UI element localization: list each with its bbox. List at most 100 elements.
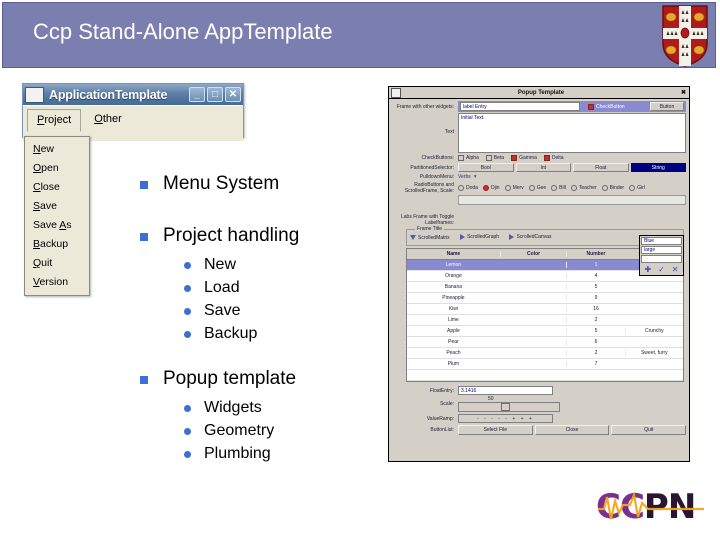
triangle-down-icon (410, 235, 416, 240)
row-buttonlist: ButtonList: Select File Close Quit (392, 425, 687, 435)
confirm-icon[interactable]: ✓ (658, 265, 665, 274)
pulldown-value[interactable]: Verbs (458, 174, 471, 180)
system-menu-icon[interactable] (391, 87, 401, 98)
close-button[interactable]: Close (534, 425, 610, 435)
table-row[interactable]: Lime 2 (407, 315, 683, 326)
table-row-empty[interactable] (407, 370, 683, 381)
toggle-scrolled-canvas[interactable]: ScrolledCanvas (509, 234, 551, 240)
menu-item-backup[interactable]: Backup (25, 235, 89, 254)
menu-item-save-as[interactable]: Save As (25, 216, 89, 235)
menubar-tab-project[interactable]: Project (27, 109, 82, 132)
partition-option-string[interactable]: String (630, 163, 686, 172)
table-row[interactable]: Kiwi 16 (407, 304, 683, 315)
row-frame-widgets: Frame with other widgets: label Entry Ch… (392, 101, 686, 112)
radio-label: Djin (490, 185, 500, 191)
radio-girl[interactable]: Girl (629, 185, 645, 191)
menu-item-save[interactable]: Save (25, 197, 89, 216)
column-header-color[interactable]: Color (499, 251, 567, 257)
checkbutton-alpha[interactable]: Alpha (458, 155, 479, 161)
cancel-icon[interactable]: ✕ (672, 265, 679, 274)
close-icon[interactable]: ✖ (681, 89, 687, 96)
radio-icon (504, 185, 511, 191)
table-row[interactable]: Pear 6 (407, 337, 683, 348)
cell-number: 5 (566, 284, 624, 290)
table-row[interactable]: Plum 7 (407, 359, 683, 370)
popup-titlebar[interactable]: Popup Template ✖ (389, 87, 689, 99)
value-ramp-widget[interactable]: - - - - - + + + (458, 414, 553, 423)
checkbutton-gamma[interactable]: Gamma (511, 155, 537, 161)
row-scale: Scale: 50 (392, 396, 686, 412)
table-row[interactable]: Peach 2 Sweet, furry (407, 348, 683, 359)
radio-bill[interactable]: Bill (551, 185, 566, 191)
entry-value: Entry (474, 104, 487, 110)
partition-option-bool[interactable]: Bool (458, 163, 514, 172)
menu-mnemonic: C (33, 181, 41, 193)
radio-binder[interactable]: Binder (601, 185, 624, 191)
cell-name: Peach (446, 350, 461, 356)
row-label: Labs Frame with Toggle Labelframes: (401, 214, 454, 226)
toggle-scrolled-graph[interactable]: ScrolledGraph (460, 234, 499, 240)
menubar-tab-other[interactable]: Other (85, 109, 131, 130)
button-widget[interactable]: Button (650, 102, 684, 111)
radio-doda[interactable]: Doda (458, 185, 478, 191)
column-header-number[interactable]: Number (566, 251, 624, 257)
menu-item-new[interactable]: New (25, 140, 89, 159)
cell-name: Orange (445, 273, 462, 279)
list-item: Geometry (184, 420, 400, 442)
checkbutton-beta[interactable]: Beta (485, 155, 504, 161)
bullet-label: Popup template (163, 368, 297, 389)
cell-number: 7 (566, 361, 624, 367)
cell-name: Banana (444, 284, 463, 290)
list-item: Plumbing (184, 443, 400, 465)
table-row[interactable]: Pineapple 9 (407, 293, 683, 304)
toggle-scrolled-matrix[interactable]: ScrolledMatrix (410, 235, 450, 241)
float-entry-field[interactable]: 3.1416 (458, 386, 553, 395)
radio-icon (482, 185, 489, 191)
maximize-button[interactable]: □ (207, 87, 223, 102)
scrolled-frame-strip[interactable] (458, 195, 686, 205)
menu-item-label: lose (40, 181, 60, 193)
partition-option-float[interactable]: Float (573, 163, 629, 172)
menu-item-version[interactable]: Version (25, 273, 89, 292)
column-header-name[interactable]: Name (407, 251, 500, 257)
menu-item-label: ew (40, 143, 55, 155)
label-entry-field[interactable]: label Entry (460, 102, 580, 111)
radio-merv[interactable]: Merv (504, 185, 524, 191)
cell-name: Kiwi (448, 306, 458, 312)
scale-slider[interactable] (458, 402, 560, 412)
menu-item-close[interactable]: Close (25, 178, 89, 197)
add-icon[interactable]: ✚ (644, 265, 651, 274)
chevron-down-icon[interactable]: ▼ (473, 174, 478, 180)
dot-bullet-icon (184, 262, 191, 269)
minimize-button[interactable]: _ (189, 87, 205, 102)
select-file-button[interactable]: Select File (458, 425, 533, 435)
table-row[interactable]: Apple 5 Crunchy (407, 326, 683, 337)
cell-name: Apple (447, 328, 460, 334)
editor-field-extra[interactable] (641, 255, 682, 263)
editor-field-color[interactable]: Blue (641, 237, 682, 245)
close-button[interactable]: ✕ (225, 87, 241, 102)
cell-number: 2 (566, 350, 624, 356)
sub-bullet-label: Save (204, 302, 241, 319)
menu-item-open[interactable]: Open (25, 159, 89, 178)
inline-checkbutton[interactable]: CheckButton (588, 103, 625, 110)
row-toggle-labelframes: Labs Frame with Toggle Labelframes: (392, 206, 686, 226)
row-label: Scale: (440, 401, 454, 407)
row-partitioned-selector: PartitionedSelector: Bool Int Float Stri… (392, 163, 686, 172)
text-widget[interactable]: Initial Text. (458, 113, 686, 153)
slide-header-banner: Ccp Stand-Alone AppTemplate (2, 2, 716, 68)
quit-button[interactable]: Quit (611, 425, 687, 435)
radio-teacher[interactable]: Teacher (570, 185, 597, 191)
window-titlebar[interactable]: ApplicationTemplate _ □ ✕ (23, 84, 243, 105)
checkbutton-delta[interactable]: Delta (543, 155, 564, 161)
radio-djin[interactable]: Djin (482, 185, 500, 191)
partition-option-int[interactable]: Int (515, 163, 571, 172)
sub-bullet-label: Geometry (204, 422, 275, 439)
table-row[interactable]: Banana 5 (407, 282, 683, 293)
scale-thumb[interactable] (501, 403, 510, 411)
menu-item-quit[interactable]: Quit (25, 254, 89, 273)
editor-field-size[interactable]: large (641, 246, 682, 254)
inline-cell-editor-popup: Blue large ✚ ✓ ✕ (639, 235, 684, 276)
checkbox-icon (511, 155, 518, 161)
radio-gee[interactable]: Gee (528, 185, 546, 191)
